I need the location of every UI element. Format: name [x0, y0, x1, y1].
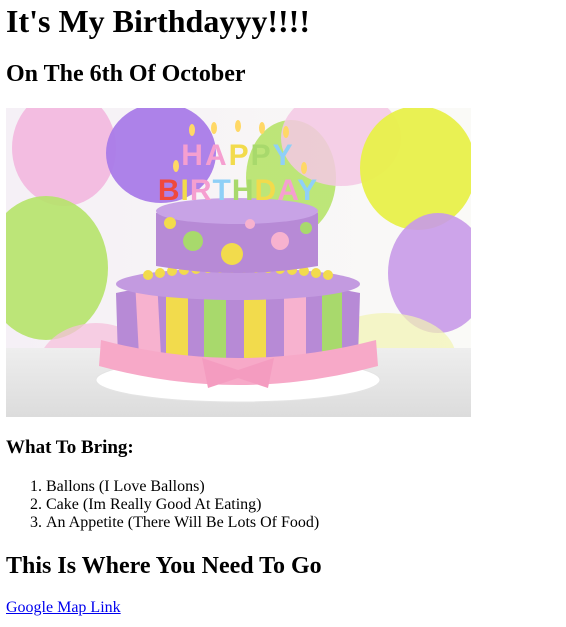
directions-heading: This Is Where You Need To Go [6, 553, 322, 579]
page-title: It's My Birthdayyy!!!! [6, 3, 310, 39]
page: It's My Birthdayyy!!!! On The 6th Of Oct… [0, 0, 566, 627]
cake-text-bottom: BIRTHDAY [158, 174, 318, 207]
birthday-cake-image: HAPPY BIRTHDAY [6, 108, 471, 417]
list-item: Ballons (I Love Ballons) [46, 478, 319, 496]
what-to-bring-heading: What To Bring: [6, 437, 134, 458]
list-item: Cake (Im Really Good At Eating) [46, 496, 319, 514]
cake-text-top: HAPPY [181, 139, 294, 172]
page-subtitle: On The 6th Of October [6, 61, 246, 87]
what-to-bring-list: Ballons (I Love Ballons) Cake (Im Really… [6, 478, 319, 532]
birthday-cake-illustration: HAPPY BIRTHDAY [6, 108, 471, 417]
list-item: An Appetite (There Will Be Lots Of Food) [46, 514, 319, 532]
google-map-link[interactable]: Google Map Link [6, 599, 121, 617]
